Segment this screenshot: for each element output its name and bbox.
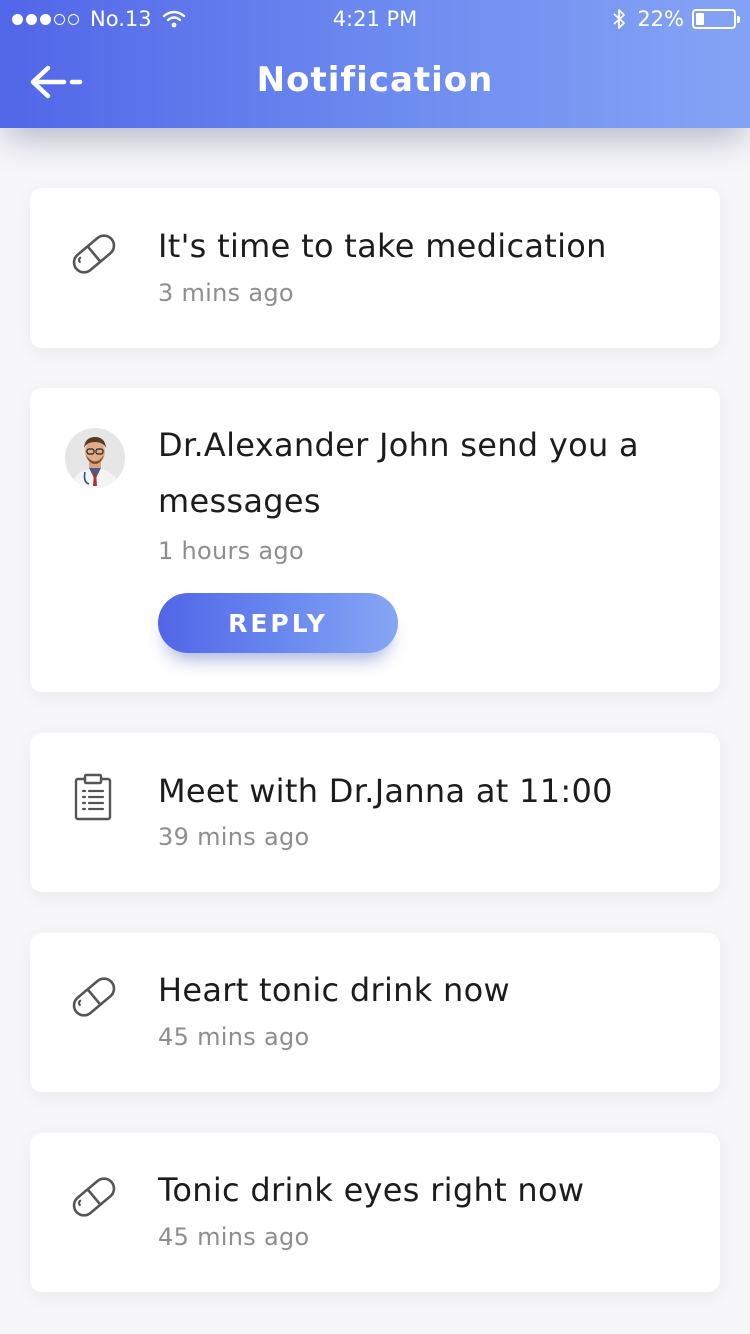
- reply-button[interactable]: REPLY: [158, 593, 398, 653]
- app-header: No.13 4:21 PM 22% Notification: [0, 0, 750, 128]
- notification-time: 39 mins ago: [158, 823, 310, 851]
- notification-title: It's time to take medication: [158, 227, 607, 265]
- notification-time: 1 hours ago: [158, 537, 304, 565]
- notification-time: 3 mins ago: [158, 279, 294, 307]
- notification-time: 45 mins ago: [158, 1223, 310, 1251]
- pill-icon: [68, 971, 120, 1023]
- battery-icon: [692, 9, 740, 29]
- notification-card[interactable]: Meet with Dr.Janna at 11:00 39 mins ago: [30, 733, 720, 892]
- doctor-avatar: [65, 428, 125, 488]
- notification-title: Dr.Alexander John send you a messages: [158, 426, 639, 520]
- notification-title: Meet with Dr.Janna at 11:00: [158, 772, 613, 810]
- clipboard-icon: [72, 771, 124, 823]
- page-title: Notification: [256, 60, 494, 100]
- battery-percent: 22%: [637, 7, 684, 31]
- pill-icon: [68, 228, 120, 280]
- notification-title: Tonic drink eyes right now: [158, 1171, 585, 1209]
- battery-level: [696, 13, 704, 25]
- status-bar: No.13 4:21 PM 22%: [0, 0, 750, 40]
- bluetooth-icon: [613, 9, 626, 29]
- notification-title: Heart tonic drink now: [158, 971, 510, 1009]
- notification-card[interactable]: Heart tonic drink now 45 mins ago: [30, 933, 720, 1092]
- notification-card[interactable]: Tonic drink eyes right now 45 mins ago: [30, 1133, 720, 1292]
- pill-icon: [68, 1171, 120, 1223]
- notification-card[interactable]: Dr.Alexander John send you a messages 1 …: [30, 388, 720, 692]
- notification-time: 45 mins ago: [158, 1023, 310, 1051]
- notification-card[interactable]: It's time to take medication 3 mins ago: [30, 188, 720, 348]
- status-right: 22%: [611, 7, 740, 31]
